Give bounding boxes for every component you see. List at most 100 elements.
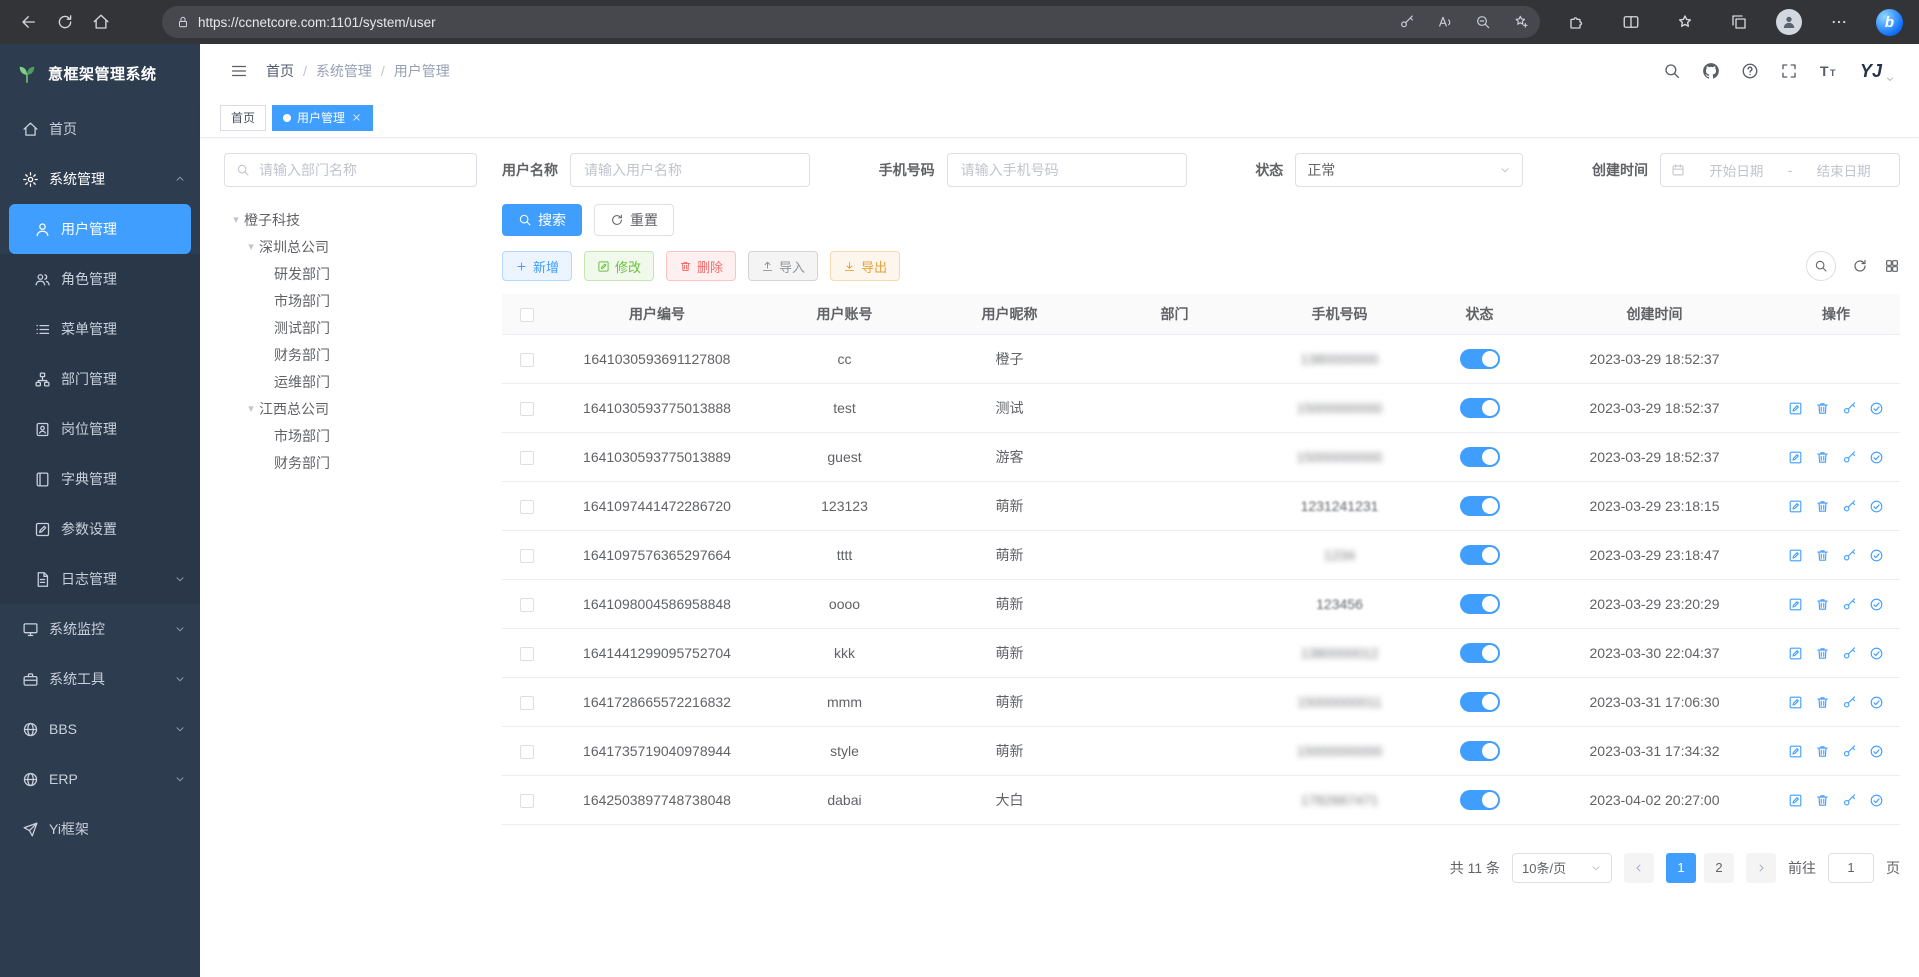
sidebar-item-role[interactable]: 角色管理: [0, 254, 200, 304]
assign-role-button[interactable]: [1869, 548, 1884, 563]
breadcrumb-item[interactable]: 首页: [266, 61, 294, 81]
goto-page-input[interactable]: [1828, 853, 1874, 883]
address-bar[interactable]: https://ccnetcore.com:1101/system/user: [162, 6, 1540, 38]
page-size-select[interactable]: 10条/页: [1512, 853, 1612, 883]
status-toggle[interactable]: [1460, 545, 1500, 565]
tree-node[interactable]: ▾江西总公司: [224, 395, 477, 422]
assign-role-button[interactable]: [1869, 646, 1884, 661]
table-row[interactable]: 1641441299095752704kkk萌新13800000122023-0…: [502, 628, 1900, 677]
table-row[interactable]: 1641097441472286720123123萌新1231241231202…: [502, 481, 1900, 530]
row-checkbox[interactable]: [520, 794, 534, 808]
status-toggle[interactable]: [1460, 741, 1500, 761]
table-row[interactable]: 1641728665572216832mmm萌新150000000112023-…: [502, 677, 1900, 726]
sidebar-item-log[interactable]: 日志管理: [0, 554, 200, 604]
sidebar-item-erp[interactable]: ERP: [0, 754, 200, 804]
split-screen-button[interactable]: [1614, 5, 1648, 39]
tree-node[interactable]: 运维部门: [224, 368, 477, 395]
status-toggle[interactable]: [1460, 398, 1500, 418]
github-icon[interactable]: [1702, 62, 1720, 80]
row-checkbox[interactable]: [520, 549, 534, 563]
delete-button[interactable]: 删除: [666, 251, 736, 281]
sidebar-item-menu[interactable]: 菜单管理: [0, 304, 200, 354]
next-page-button[interactable]: [1746, 853, 1776, 883]
tab-home[interactable]: 首页: [220, 105, 266, 131]
tree-expand-caret[interactable]: ▾: [243, 402, 259, 415]
edit-button[interactable]: 修改: [584, 251, 654, 281]
sidebar-item-home[interactable]: 首页: [0, 104, 200, 154]
reset-button[interactable]: 重置: [594, 204, 674, 236]
delete-button[interactable]: [1815, 646, 1830, 661]
row-checkbox[interactable]: [520, 353, 534, 367]
tree-expand-caret[interactable]: ▾: [228, 213, 244, 226]
reset-password-button[interactable]: [1842, 499, 1857, 514]
sidebar-item-dict[interactable]: 字典管理: [0, 454, 200, 504]
help-icon[interactable]: [1741, 62, 1759, 80]
select-all-checkbox[interactable]: [520, 308, 534, 322]
edit-button[interactable]: [1788, 793, 1803, 808]
tree-node[interactable]: 市场部门: [224, 422, 477, 449]
browser-menu-button[interactable]: [1822, 5, 1856, 39]
sidebar-item-tool[interactable]: 系统工具: [0, 654, 200, 704]
sidebar-item-user[interactable]: 用户管理: [9, 204, 191, 254]
sidebar-item-monitor[interactable]: 系统监控: [0, 604, 200, 654]
sidebar-item-system[interactable]: 系统管理: [0, 154, 200, 204]
tab-user[interactable]: 用户管理: [272, 105, 373, 131]
edit-button[interactable]: [1788, 646, 1803, 661]
tree-expand-caret[interactable]: ▾: [243, 240, 259, 253]
read-aloud-button[interactable]: [1430, 7, 1460, 37]
tree-node[interactable]: 研发部门: [224, 260, 477, 287]
page-button-1[interactable]: 1: [1666, 853, 1696, 883]
column-settings-button[interactable]: [1884, 258, 1900, 274]
tree-node[interactable]: ▾橙子科技: [224, 206, 477, 233]
table-row[interactable]: 1642503897748738048dabai大白17826674712023…: [502, 775, 1900, 824]
collections-button[interactable]: [1722, 5, 1756, 39]
add-favorite-button[interactable]: [1506, 7, 1536, 37]
user-avatar[interactable]: YJ: [1860, 62, 1895, 80]
table-row[interactable]: 1641097576365297664tttt萌新12342023-03-29 …: [502, 530, 1900, 579]
back-button[interactable]: [12, 5, 46, 39]
sidebar-item-yi[interactable]: Yi框架: [0, 804, 200, 854]
edit-button[interactable]: [1788, 695, 1803, 710]
table-row[interactable]: 1641030593691127808cc橙子13800000002023-03…: [502, 334, 1900, 383]
status-toggle[interactable]: [1460, 349, 1500, 369]
prev-page-button[interactable]: [1624, 853, 1654, 883]
table-row[interactable]: 1641098004586958848oooo萌新1234562023-03-2…: [502, 579, 1900, 628]
sidebar-toggle[interactable]: [224, 56, 254, 86]
export-button[interactable]: 导出: [830, 251, 900, 281]
reset-password-button[interactable]: [1842, 401, 1857, 416]
reload-button[interactable]: [48, 5, 82, 39]
fullscreen-icon[interactable]: [1780, 62, 1798, 80]
username-input[interactable]: [570, 153, 810, 187]
reset-password-button[interactable]: [1842, 695, 1857, 710]
delete-button[interactable]: [1815, 499, 1830, 514]
breadcrumb-item[interactable]: 系统管理: [316, 61, 372, 81]
reset-password-button[interactable]: [1842, 646, 1857, 661]
password-manager-button[interactable]: [1392, 7, 1422, 37]
import-button[interactable]: 导入: [748, 251, 818, 281]
row-checkbox[interactable]: [520, 745, 534, 759]
sidebar-item-post[interactable]: 岗位管理: [0, 404, 200, 454]
status-toggle[interactable]: [1460, 643, 1500, 663]
favorites-button[interactable]: [1668, 5, 1702, 39]
status-toggle[interactable]: [1460, 790, 1500, 810]
row-checkbox[interactable]: [520, 647, 534, 661]
delete-button[interactable]: [1815, 450, 1830, 465]
status-toggle[interactable]: [1460, 496, 1500, 516]
row-checkbox[interactable]: [520, 696, 534, 710]
row-checkbox[interactable]: [520, 500, 534, 514]
tree-node[interactable]: 财务部门: [224, 341, 477, 368]
delete-button[interactable]: [1815, 695, 1830, 710]
tree-node[interactable]: 市场部门: [224, 287, 477, 314]
header-search-icon[interactable]: [1663, 62, 1681, 80]
edit-button[interactable]: [1788, 597, 1803, 612]
phone-input[interactable]: [947, 153, 1187, 187]
delete-button[interactable]: [1815, 793, 1830, 808]
tree-node[interactable]: ▾深圳总公司: [224, 233, 477, 260]
status-toggle[interactable]: [1460, 447, 1500, 467]
assign-role-button[interactable]: [1869, 499, 1884, 514]
assign-role-button[interactable]: [1869, 401, 1884, 416]
bing-sidebar-button[interactable]: b: [1876, 9, 1903, 36]
table-refresh-button[interactable]: [1852, 258, 1868, 274]
row-checkbox[interactable]: [520, 598, 534, 612]
delete-button[interactable]: [1815, 744, 1830, 759]
